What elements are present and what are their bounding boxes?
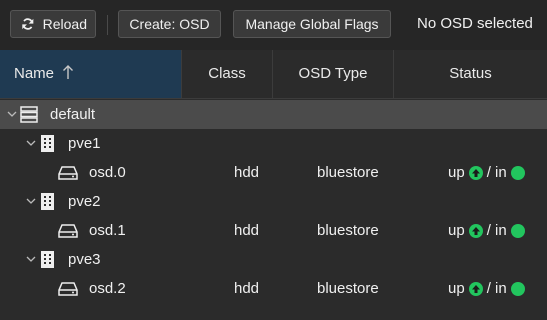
osd-class: hdd [234, 222, 260, 239]
osd-name: osd.1 [89, 222, 126, 239]
toolbar-separator [107, 15, 108, 35]
tree-row-osd[interactable]: osd.0 hdd bluestore up / in [0, 158, 547, 187]
selection-status: No OSD selected [417, 15, 533, 32]
reload-icon [22, 18, 34, 30]
status-up-text: up [448, 222, 465, 239]
tree-row-osd[interactable]: osd.1 hdd bluestore up / in [0, 216, 547, 245]
tree-row-root[interactable]: default [0, 100, 547, 129]
hard-drive-icon [58, 166, 78, 180]
hard-drive-icon [58, 282, 78, 296]
tree-row-host[interactable]: pve2 [0, 187, 547, 216]
osd-status: up / in [448, 274, 525, 303]
status-in-text: / in [486, 280, 507, 297]
tree-row-osd[interactable]: osd.2 hdd bluestore up / in [0, 274, 547, 303]
server-icon [41, 193, 54, 210]
create-osd-button[interactable]: Create: OSD [118, 10, 221, 38]
status-in-text: / in [486, 222, 507, 239]
reload-label: Reload [42, 16, 87, 32]
sort-ascending-icon [63, 65, 74, 79]
status-up-text: up [448, 280, 465, 297]
osd-status: up / in [448, 216, 525, 245]
osd-type: bluestore [317, 280, 379, 297]
reload-button[interactable]: Reload [10, 10, 96, 38]
arrow-up-circle-icon [468, 165, 483, 180]
status-up-text: up [448, 164, 465, 181]
osd-class: hdd [234, 164, 260, 181]
server-stack-icon [20, 106, 38, 123]
status-in-dot-icon [510, 165, 525, 180]
chevron-down-icon[interactable] [26, 196, 36, 206]
column-header-name[interactable]: Name [0, 50, 181, 98]
status-in-dot-icon [510, 223, 525, 238]
osd-status: up / in [448, 158, 525, 187]
host-label: pve2 [68, 193, 101, 210]
tree-row-host[interactable]: pve3 [0, 245, 547, 274]
chevron-down-icon[interactable] [26, 254, 36, 264]
osd-type: bluestore [317, 164, 379, 181]
column-header-class[interactable]: Class [181, 50, 272, 98]
osd-name: osd.2 [89, 280, 126, 297]
status-in-text: / in [486, 164, 507, 181]
tree-row-host[interactable]: pve1 [0, 129, 547, 158]
osd-class: hdd [234, 280, 260, 297]
host-label: pve1 [68, 135, 101, 152]
column-header-status[interactable]: Status [393, 50, 547, 98]
chevron-down-icon[interactable] [26, 138, 36, 148]
grid-header: Name Class OSD Type Status [0, 50, 547, 99]
status-in-dot-icon [510, 281, 525, 296]
column-header-osd-type[interactable]: OSD Type [272, 50, 393, 98]
toolbar: Reload Create: OSD Manage Global Flags N… [0, 0, 547, 51]
chevron-down-icon[interactable] [7, 109, 17, 119]
osd-type: bluestore [317, 222, 379, 239]
server-icon [41, 135, 54, 152]
arrow-up-circle-icon [468, 223, 483, 238]
host-label: pve3 [68, 251, 101, 268]
hard-drive-icon [58, 224, 78, 238]
root-label: default [50, 106, 96, 123]
server-icon [41, 251, 54, 268]
manage-global-flags-button[interactable]: Manage Global Flags [233, 10, 391, 38]
osd-name: osd.0 [89, 164, 126, 181]
column-header-name-label: Name [14, 65, 55, 82]
arrow-up-circle-icon [468, 281, 483, 296]
